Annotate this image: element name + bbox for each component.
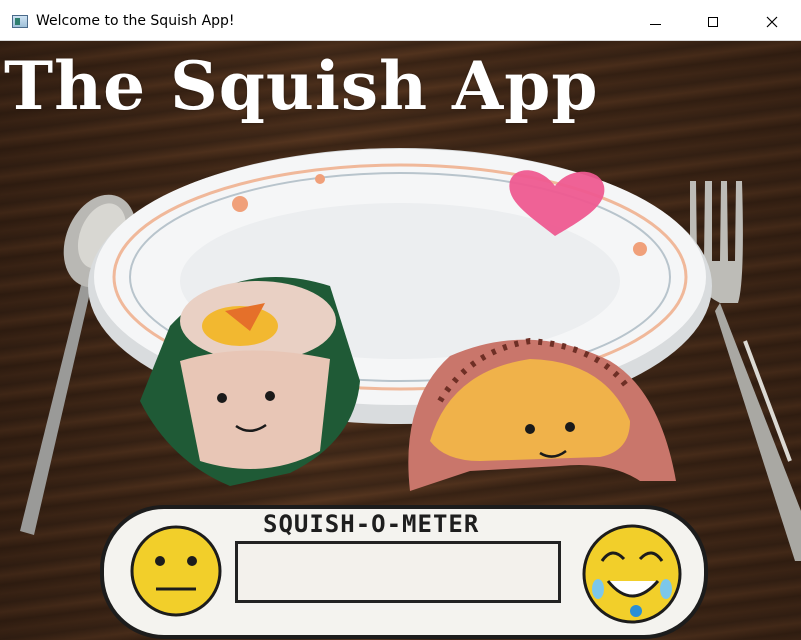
title-bar[interactable]: Welcome to the Squish App! [0,0,801,41]
minimize-button[interactable] [627,0,685,41]
app-canvas: The Squish App SQUISH-O-METER [0,41,801,640]
happy-crying-face-icon [582,524,682,624]
app-window-icon [12,15,28,28]
window-title: Welcome to the Squish App! [36,13,235,29]
close-icon [766,16,778,28]
app-window: Welcome to the Squish App! The Squish Ap… [0,0,801,640]
app-title: The Squish App [4,47,599,125]
squish-meter-label: SQUISH-O-METER [263,510,480,538]
maximize-button[interactable] [685,0,743,41]
neutral-face-icon [130,525,222,617]
close-button[interactable] [743,0,801,41]
squish-meter-bar [235,541,561,603]
fork [690,181,801,561]
